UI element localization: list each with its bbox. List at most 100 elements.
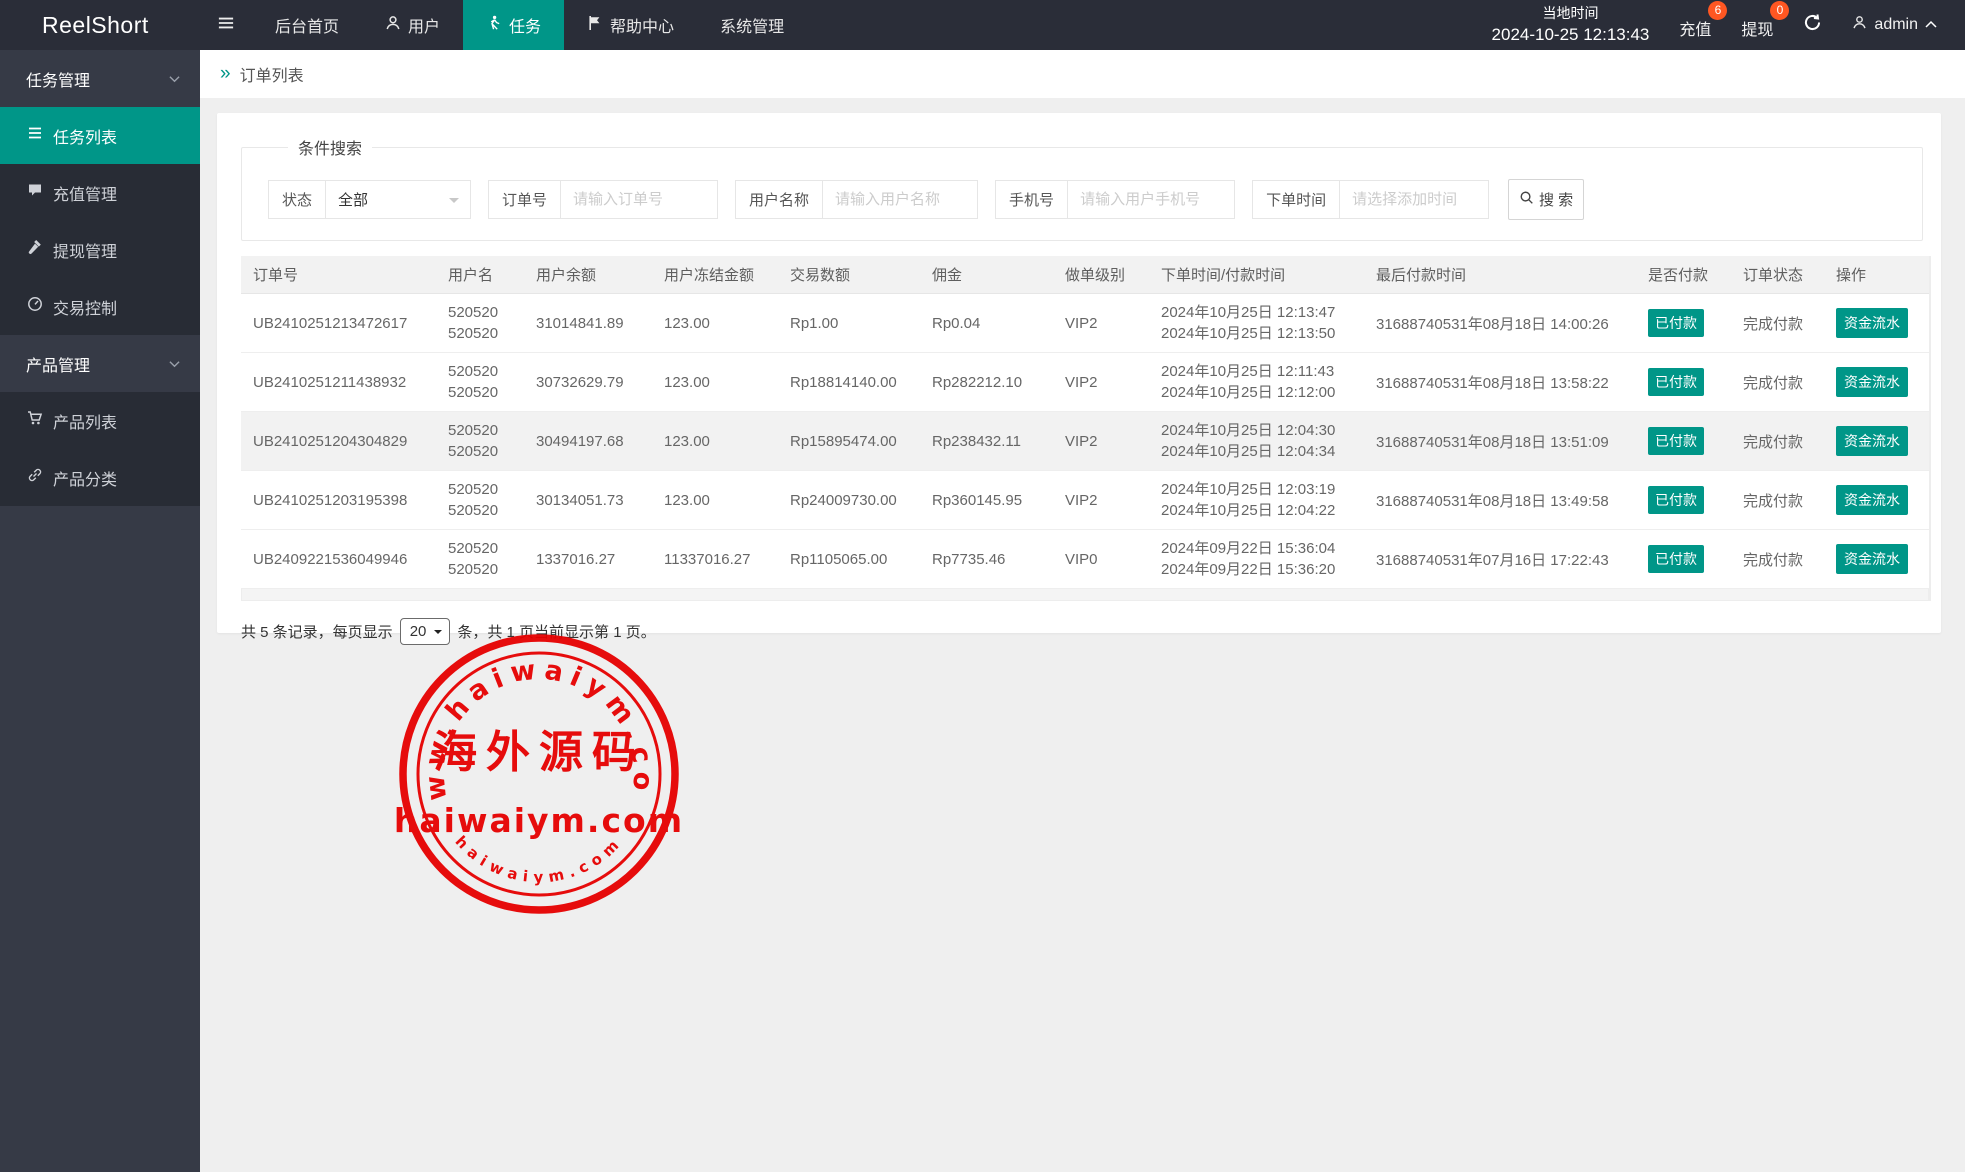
table-row: UB2410251213472617 520520 520520 3101484… — [241, 294, 1929, 353]
cell-last-pay-time: 31688740531年08月18日 13:49:58 — [1364, 490, 1636, 511]
chevron-down-icon — [169, 70, 180, 88]
hamburger-button[interactable] — [200, 0, 252, 50]
order-no-group: 订单号 — [488, 180, 718, 219]
order-no-label: 订单号 — [488, 180, 560, 219]
withdraw-button[interactable]: 提现 0 — [1741, 10, 1773, 40]
paid-badge: 已付款 — [1648, 309, 1704, 337]
stamp-center-text: 海外源码 — [433, 727, 645, 778]
sidebar-item-product-list[interactable]: 产品列表 — [0, 392, 200, 449]
local-time-label: 当地时间 — [1492, 3, 1650, 23]
admin-menu[interactable]: admin — [1852, 15, 1937, 35]
user-icon — [385, 15, 401, 36]
cell-order-no: UB2410251211438932 — [241, 374, 436, 391]
admin-icon — [1852, 15, 1867, 35]
order-time-group: 下单时间 — [1252, 180, 1489, 219]
fund-flow-button[interactable]: 资金流水 — [1836, 367, 1908, 397]
navbar-right: 当地时间 2024-10-25 12:13:43 充值 6 提现 0 admin — [1492, 0, 1965, 50]
phone-label: 手机号 — [995, 180, 1067, 219]
app-logo: ReelShort — [0, 0, 200, 50]
cell-order-pay-time: 2024年10月25日 12:03:19 2024年10月25日 12:04:2… — [1149, 479, 1364, 521]
cell-frozen: 11337016.27 — [652, 551, 778, 568]
cell-paid: 已付款 — [1636, 486, 1731, 514]
order-no-input[interactable] — [560, 180, 718, 219]
status-select[interactable]: 全部 — [325, 180, 471, 219]
sidebar-item-trade-control[interactable]: 交易控制 — [0, 278, 200, 335]
pagination: 共 5 条记录，每页显示 20 条，共 1 页当前显示第 1 页。 — [241, 618, 1923, 645]
cell-username: 520520 520520 — [436, 538, 524, 580]
cell-paid: 已付款 — [1636, 309, 1731, 337]
cell-commission: Rp0.04 — [920, 315, 1053, 332]
cell-order-no: UB2410251204304829 — [241, 433, 436, 450]
nav-item-help[interactable]: 帮助中心 — [564, 0, 697, 50]
nav-item-home[interactable]: 后台首页 — [252, 0, 362, 50]
search-button[interactable]: 搜 索 — [1508, 179, 1584, 220]
page-title: 订单列表 — [240, 62, 304, 86]
cell-balance: 30494197.68 — [524, 433, 652, 450]
sidebar-group-task[interactable]: 任务管理 — [0, 50, 200, 107]
sidebar-item-withdraw-mgmt[interactable]: 提现管理 — [0, 221, 200, 278]
cell-commission: Rp360145.95 — [920, 492, 1053, 509]
cell-level: VIP0 — [1053, 551, 1149, 568]
cell-order-pay-time: 2024年10月25日 12:04:30 2024年10月25日 12:04:3… — [1149, 420, 1364, 462]
phone-group: 手机号 — [995, 180, 1235, 219]
cell-action: 资金流水 — [1824, 485, 1929, 515]
username-input[interactable] — [822, 180, 978, 219]
cell-status: 完成付款 — [1731, 313, 1824, 334]
refresh-button[interactable] — [1803, 13, 1822, 37]
cell-balance: 30134051.73 — [524, 492, 652, 509]
cell-last-pay-time: 31688740531年08月18日 14:00:26 — [1364, 313, 1636, 334]
fund-flow-button[interactable]: 资金流水 — [1836, 308, 1908, 338]
horizontal-scrollbar[interactable] — [241, 589, 1929, 601]
cell-amount: Rp18814140.00 — [778, 374, 920, 391]
local-time-value: 2024-10-25 12:13:43 — [1492, 23, 1650, 48]
fund-flow-button[interactable]: 资金流水 — [1836, 485, 1908, 515]
flag-icon — [587, 15, 603, 36]
top-menu: 后台首页 用户 任务 帮助中心 系统管理 — [200, 0, 807, 50]
nav-item-system[interactable]: 系统管理 — [697, 0, 807, 50]
cell-balance: 31014841.89 — [524, 315, 652, 332]
cell-commission: Rp238432.11 — [920, 433, 1053, 450]
cell-order-pay-time: 2024年10月25日 12:11:43 2024年10月25日 12:12:0… — [1149, 361, 1364, 403]
local-time: 当地时间 2024-10-25 12:13:43 — [1492, 3, 1650, 48]
sidebar-group-product[interactable]: 产品管理 — [0, 335, 200, 392]
recharge-button[interactable]: 充值 6 — [1679, 10, 1711, 40]
status-filter-group: 状态 全部 — [268, 180, 471, 219]
vertical-scrollbar[interactable] — [1929, 256, 1931, 601]
nav-item-tasks[interactable]: 任务 — [463, 0, 564, 50]
nav-item-users[interactable]: 用户 — [362, 0, 463, 50]
cell-frozen: 123.00 — [652, 374, 778, 391]
cell-level: VIP2 — [1053, 433, 1149, 450]
cell-amount: Rp1.00 — [778, 315, 920, 332]
fund-flow-button[interactable]: 资金流水 — [1836, 544, 1908, 574]
username-group: 用户名称 — [735, 180, 978, 219]
recharge-badge: 6 — [1708, 1, 1727, 20]
sidebar-item-product-category[interactable]: 产品分类 — [0, 449, 200, 506]
cell-amount: Rp1105065.00 — [778, 551, 920, 568]
pagination-text-after: 条，共 1 页当前显示第 1 页。 — [457, 621, 655, 642]
task-icon — [486, 15, 502, 36]
cell-frozen: 123.00 — [652, 492, 778, 509]
cell-action: 资金流水 — [1824, 426, 1929, 456]
cell-amount: Rp24009730.00 — [778, 492, 920, 509]
cell-paid: 已付款 — [1636, 545, 1731, 573]
cell-username: 520520 520520 — [436, 302, 524, 344]
page-size-select[interactable]: 20 — [400, 618, 451, 645]
cell-amount: Rp15895474.00 — [778, 433, 920, 450]
cell-level: VIP2 — [1053, 492, 1149, 509]
username-label: 用户名称 — [735, 180, 822, 219]
message-icon — [27, 182, 43, 203]
sidebar-item-task-list[interactable]: 任务列表 — [0, 107, 200, 164]
cell-status: 完成付款 — [1731, 431, 1824, 452]
cell-level: VIP2 — [1053, 374, 1149, 391]
select-caret-icon — [434, 630, 442, 638]
order-time-input[interactable] — [1339, 180, 1489, 219]
cell-status: 完成付款 — [1731, 490, 1824, 511]
list-icon — [27, 125, 43, 146]
sidebar-item-recharge-mgmt[interactable]: 充值管理 — [0, 164, 200, 221]
chevron-up-icon — [1925, 16, 1937, 34]
status-label: 状态 — [268, 180, 325, 219]
paid-badge: 已付款 — [1648, 368, 1704, 396]
phone-input[interactable] — [1067, 180, 1235, 219]
order-time-label: 下单时间 — [1252, 180, 1339, 219]
fund-flow-button[interactable]: 资金流水 — [1836, 426, 1908, 456]
